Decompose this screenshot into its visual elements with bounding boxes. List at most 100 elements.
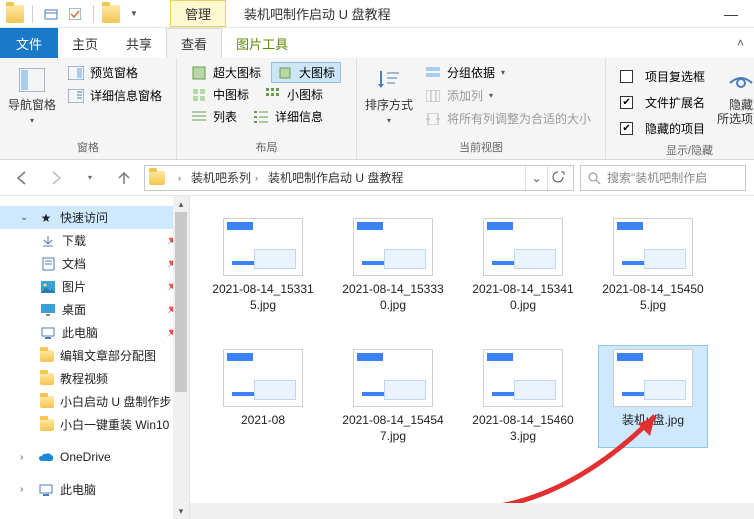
file-item[interactable]: 2021-08: [208, 345, 318, 448]
nav-forward-button[interactable]: [42, 164, 70, 192]
ribbon-tabs: 文件 主页 共享 查看 图片工具 ˄: [0, 28, 754, 58]
details-pane-button[interactable]: 详细信息窗格: [62, 85, 168, 106]
group-layout: 超大图标 大图标 中图标 小图标 列表 详细信息 布局: [177, 58, 357, 159]
hide-selected-button[interactable]: 隐藏 所选项目: [717, 62, 754, 139]
file-thumbnail: [613, 349, 693, 407]
checkbox-hidden-items[interactable]: 隐藏的项目: [614, 118, 711, 139]
nav-this-pc-root[interactable]: ›此电脑: [0, 478, 189, 501]
group-show-hide: 项目复选框 文件扩展名 隐藏的项目 隐藏 所选项目 显示/隐藏: [606, 58, 754, 159]
file-name: 2021-08-14_153410.jpg: [472, 282, 574, 313]
window-title: 装机吧制作启动 U 盘教程: [244, 4, 391, 23]
nav-folder[interactable]: 小白一键重装 Win10: [0, 413, 189, 436]
horizontal-scrollbar[interactable]: [190, 503, 754, 519]
breadcrumb-segment[interactable]: 装机吧制作启动 U 盘教程: [263, 169, 408, 186]
file-thumbnail: [223, 218, 303, 276]
nav-folder[interactable]: 编辑文章部分配图: [0, 344, 189, 367]
file-name: 装机u盘.jpg: [622, 413, 684, 429]
minimize-button[interactable]: —: [708, 6, 754, 22]
ribbon: 导航窗格 ▾ 预览窗格 详细信息窗格 窗格 超大图标 大图标: [0, 58, 754, 160]
folder-icon: [40, 419, 54, 431]
nav-back-button[interactable]: [8, 164, 36, 192]
file-name: 2021-08-14_154603.jpg: [472, 413, 574, 444]
explorer-body: ⌄★快速访问 下载📌 文档📌 图片📌 桌面📌 此电脑📌 编辑文章部分配图 教程视…: [0, 196, 754, 519]
preview-pane-button[interactable]: 预览窗格: [62, 62, 168, 83]
nav-documents[interactable]: 文档📌: [0, 252, 189, 275]
file-name: 2021-08: [241, 413, 285, 429]
file-item[interactable]: 2021-08-14_153315.jpg: [208, 214, 318, 317]
file-thumbnail: [613, 218, 693, 276]
breadcrumb[interactable]: › 装机吧系列› 装机吧制作启动 U 盘教程 ⌄: [144, 165, 574, 191]
navigation-pane-button[interactable]: 导航窗格 ▾: [8, 62, 56, 136]
download-icon: [40, 233, 56, 249]
nav-history-dropdown[interactable]: ▾: [76, 164, 104, 192]
navigation-pane: ⌄★快速访问 下载📌 文档📌 图片📌 桌面📌 此电脑📌 编辑文章部分配图 教程视…: [0, 196, 190, 519]
nav-folder[interactable]: 小白启动 U 盘制作步: [0, 390, 189, 413]
tab-home[interactable]: 主页: [58, 28, 112, 58]
title-bar: ▼ 管理 装机吧制作启动 U 盘教程 —: [0, 0, 754, 28]
computer-icon: [38, 482, 54, 498]
file-item[interactable]: 2021-08-14_154547.jpg: [338, 345, 448, 448]
folder-icon: [102, 5, 120, 23]
view-list[interactable]: 列表: [185, 106, 243, 127]
nav-downloads[interactable]: 下载📌: [0, 229, 189, 252]
view-small-icons[interactable]: 小图标: [259, 84, 329, 105]
file-list[interactable]: 2021-08-14_153315.jpg 2021-08-14_153330.j…: [190, 196, 754, 519]
picture-icon: [40, 279, 56, 295]
nav-desktop[interactable]: 桌面📌: [0, 298, 189, 321]
tab-file[interactable]: 文件: [0, 28, 58, 58]
nav-folder[interactable]: 教程视频: [0, 367, 189, 390]
sort-by-button[interactable]: 排序方式 ▾: [365, 62, 413, 136]
folder-icon: [6, 5, 24, 23]
document-icon: [40, 256, 56, 272]
star-icon: ★: [38, 210, 54, 226]
add-columns-button: 添加列 ▾: [419, 85, 597, 106]
computer-icon: [40, 325, 56, 341]
qat-dropdown[interactable]: ▼: [124, 4, 144, 24]
checkbox-item-checkboxes[interactable]: 项目复选框: [614, 66, 711, 87]
file-name: 2021-08-14_153330.jpg: [342, 282, 444, 313]
tab-picture-tools[interactable]: 图片工具: [222, 28, 302, 58]
nav-this-pc[interactable]: 此电脑📌: [0, 321, 189, 344]
file-name: 2021-08-14_154505.jpg: [602, 282, 704, 313]
refresh-button[interactable]: [547, 166, 569, 190]
folder-icon: [40, 396, 54, 408]
file-item[interactable]: 2021-08-14_153330.jpg: [338, 214, 448, 317]
quick-access-toolbar: ▼: [0, 4, 150, 24]
size-columns-button: 将所有列调整为合适的大小: [419, 108, 597, 129]
group-by-button[interactable]: 分组依据 ▾: [419, 62, 597, 83]
view-extra-large-icons[interactable]: 超大图标: [185, 62, 267, 83]
file-item[interactable]: 2021-08-14_154603.jpg: [468, 345, 578, 448]
breadcrumb-dropdown[interactable]: ⌄: [525, 166, 547, 190]
view-medium-icons[interactable]: 中图标: [185, 84, 255, 105]
search-icon: [587, 171, 601, 185]
search-box[interactable]: 搜索"装机吧制作启: [580, 165, 746, 191]
nav-up-button[interactable]: [110, 164, 138, 192]
ribbon-collapse-icon[interactable]: ˄: [727, 28, 754, 58]
tab-share[interactable]: 共享: [112, 28, 166, 58]
checkbox-file-extensions[interactable]: 文件扩展名: [614, 92, 711, 113]
breadcrumb-segment[interactable]: 装机吧系列›: [186, 169, 263, 186]
nav-onedrive[interactable]: ›OneDrive: [0, 446, 189, 468]
file-thumbnail: [483, 218, 563, 276]
tab-view[interactable]: 查看: [166, 28, 222, 58]
file-thumbnail: [223, 349, 303, 407]
nav-quick-access[interactable]: ⌄★快速访问: [0, 206, 189, 229]
file-name: 2021-08-14_153315.jpg: [212, 282, 314, 313]
view-details[interactable]: 详细信息: [247, 106, 329, 127]
file-item[interactable]: 2021-08-14_154505.jpg: [598, 214, 708, 317]
group-panes: 导航窗格 ▾ 预览窗格 详细信息窗格 窗格: [0, 58, 177, 159]
address-bar: ▾ › 装机吧系列› 装机吧制作启动 U 盘教程 ⌄ 搜索"装机吧制作启: [0, 160, 754, 196]
file-item[interactable]: 装机u盘.jpg: [598, 345, 708, 448]
file-thumbnail: [483, 349, 563, 407]
file-name: 2021-08-14_154547.jpg: [342, 413, 444, 444]
contextual-tab-label: 管理: [170, 0, 226, 27]
file-item[interactable]: 2021-08-14_153410.jpg: [468, 214, 578, 317]
group-current-view: 排序方式 ▾ 分组依据 ▾ 添加列 ▾ 将所有列调整为合适的大小 当前视图: [357, 58, 606, 159]
folder-icon: [40, 350, 54, 362]
nav-scrollbar[interactable]: ▴▾: [173, 196, 189, 519]
qat-checkbox[interactable]: [65, 4, 85, 24]
nav-pictures[interactable]: 图片📌: [0, 275, 189, 298]
qat-properties[interactable]: [41, 4, 61, 24]
folder-icon: [40, 373, 54, 385]
view-large-icons[interactable]: 大图标: [271, 62, 341, 83]
